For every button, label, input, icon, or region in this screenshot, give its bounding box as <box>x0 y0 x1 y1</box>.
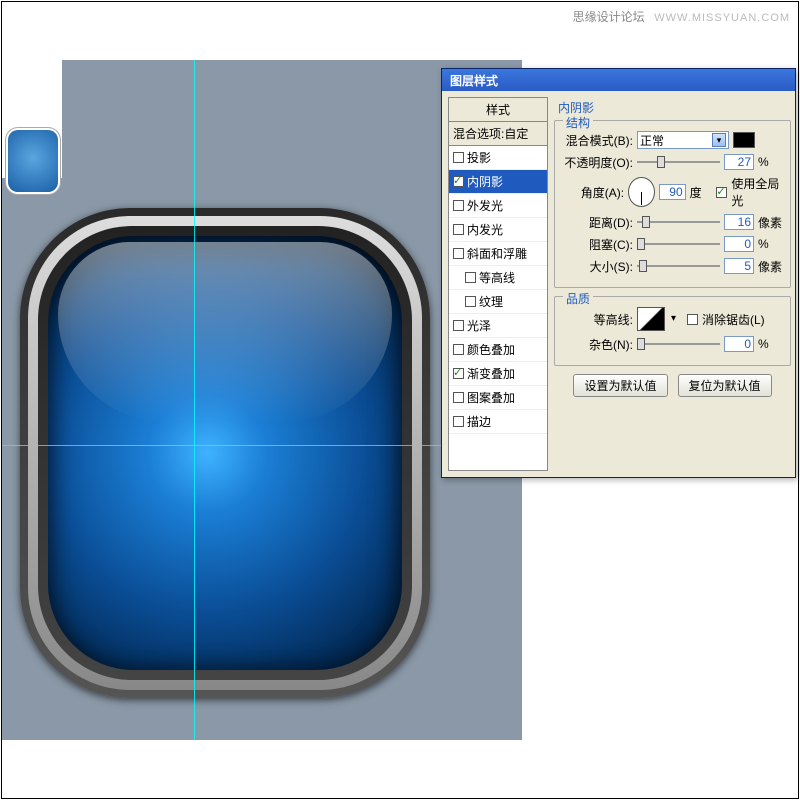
global-light-checkbox[interactable] <box>716 187 727 198</box>
style-checkbox[interactable] <box>453 200 464 211</box>
layer-style-dialog: 图层样式 样式 混合选项:自定 投影内阴影外发光内发光斜面和浮雕等高线纹理光泽颜… <box>441 68 796 478</box>
choke-slider[interactable] <box>637 235 720 253</box>
reset-default-button[interactable]: 复位为默认值 <box>678 374 772 397</box>
antialias-label: 消除锯齿(L) <box>702 311 765 328</box>
styles-list-header[interactable]: 样式 <box>449 98 547 122</box>
style-item-label: 图案叠加 <box>467 389 515 406</box>
blend-mode-select[interactable]: 正常 ▾ <box>637 131 729 149</box>
noise-label: 杂色(N): <box>561 336 633 353</box>
style-item-渐变叠加[interactable]: 渐变叠加 <box>449 362 547 386</box>
style-checkbox[interactable] <box>453 152 464 163</box>
choke-input[interactable]: 0 <box>724 236 754 252</box>
style-item-等高线[interactable]: 等高线 <box>449 266 547 290</box>
thumbnail-icon <box>8 130 58 192</box>
distance-input[interactable]: 16 <box>724 214 754 230</box>
size-slider[interactable] <box>637 257 720 275</box>
opacity-slider[interactable] <box>637 153 720 171</box>
angle-label: 角度(A): <box>561 184 624 201</box>
style-item-label: 投影 <box>467 149 491 166</box>
distance-slider[interactable] <box>637 213 720 231</box>
style-checkbox[interactable] <box>453 320 464 331</box>
angle-dial[interactable] <box>628 177 655 207</box>
styles-list: 样式 混合选项:自定 投影内阴影外发光内发光斜面和浮雕等高线纹理光泽颜色叠加渐变… <box>448 97 548 471</box>
style-item-label: 斜面和浮雕 <box>467 245 527 262</box>
style-checkbox[interactable] <box>453 176 464 187</box>
style-checkbox[interactable] <box>453 368 464 379</box>
style-checkbox[interactable] <box>453 248 464 259</box>
style-item-颜色叠加[interactable]: 颜色叠加 <box>449 338 547 362</box>
quality-legend: 品质 <box>563 290 593 307</box>
style-item-label: 外发光 <box>467 197 503 214</box>
dialog-titlebar[interactable]: 图层样式 <box>442 69 795 91</box>
style-item-投影[interactable]: 投影 <box>449 146 547 170</box>
blend-options-row[interactable]: 混合选项:自定 <box>449 122 547 146</box>
style-checkbox[interactable] <box>453 344 464 355</box>
noise-slider[interactable] <box>637 335 720 353</box>
style-checkbox[interactable] <box>453 416 464 427</box>
antialias-checkbox[interactable] <box>687 314 698 325</box>
angle-input[interactable]: 90 <box>659 184 686 200</box>
style-settings-panel: 内阴影 结构 混合模式(B): 正常 ▾ 不透明度(O): 27 <box>552 91 795 477</box>
style-checkbox[interactable] <box>453 392 464 403</box>
size-label: 大小(S): <box>561 258 633 275</box>
opacity-input[interactable]: 27 <box>724 154 754 170</box>
style-item-纹理[interactable]: 纹理 <box>449 290 547 314</box>
style-item-外发光[interactable]: 外发光 <box>449 194 547 218</box>
style-item-内阴影[interactable]: 内阴影 <box>449 170 547 194</box>
style-checkbox[interactable] <box>465 272 476 283</box>
choke-unit: % <box>758 237 784 251</box>
style-item-label: 内发光 <box>467 221 503 238</box>
make-default-button[interactable]: 设置为默认值 <box>573 374 667 397</box>
global-light-label: 使用全局光 <box>731 175 784 209</box>
structure-group: 结构 混合模式(B): 正常 ▾ 不透明度(O): 27 % <box>554 120 791 288</box>
style-item-图案叠加[interactable]: 图案叠加 <box>449 386 547 410</box>
color-swatch[interactable] <box>733 132 755 148</box>
opacity-unit: % <box>758 155 784 169</box>
style-item-斜面和浮雕[interactable]: 斜面和浮雕 <box>449 242 547 266</box>
noise-input[interactable]: 0 <box>724 336 754 352</box>
style-checkbox[interactable] <box>453 224 464 235</box>
size-unit: 像素 <box>758 258 784 275</box>
distance-unit: 像素 <box>758 214 784 231</box>
watermark-cn: 思缘设计论坛 <box>573 10 645 24</box>
style-checkbox[interactable] <box>465 296 476 307</box>
style-item-label: 描边 <box>467 413 491 430</box>
button-shape-glass <box>48 236 402 670</box>
style-item-label: 颜色叠加 <box>467 341 515 358</box>
style-item-label: 纹理 <box>479 293 503 310</box>
dialog-title: 图层样式 <box>450 74 498 88</box>
blend-mode-value: 正常 <box>640 132 664 149</box>
watermark-en: WWW.MISSYUAN.COM <box>654 12 790 24</box>
choke-label: 阻塞(C): <box>561 236 633 253</box>
contour-label: 等高线: <box>561 311 633 328</box>
style-item-label: 等高线 <box>479 269 515 286</box>
distance-label: 距离(D): <box>561 214 633 231</box>
structure-legend: 结构 <box>563 114 593 131</box>
chevron-down-icon: ▾ <box>712 133 726 147</box>
style-item-内发光[interactable]: 内发光 <box>449 218 547 242</box>
size-input[interactable]: 5 <box>724 258 754 274</box>
style-item-label: 内阴影 <box>467 173 503 190</box>
watermark: 思缘设计论坛 WWW.MISSYUAN.COM <box>573 8 790 25</box>
contour-picker[interactable] <box>637 307 665 331</box>
guide-vertical[interactable] <box>194 60 195 740</box>
angle-unit: 度 <box>690 184 713 201</box>
opacity-label: 不透明度(O): <box>561 154 633 171</box>
blend-mode-label: 混合模式(B): <box>561 132 633 149</box>
style-item-描边[interactable]: 描边 <box>449 410 547 434</box>
quality-group: 品质 等高线: 消除锯齿(L) 杂色(N): 0 % <box>554 296 791 366</box>
style-item-光泽[interactable]: 光泽 <box>449 314 547 338</box>
style-item-label: 光泽 <box>467 317 491 334</box>
style-item-label: 渐变叠加 <box>467 365 515 382</box>
noise-unit: % <box>758 337 784 351</box>
